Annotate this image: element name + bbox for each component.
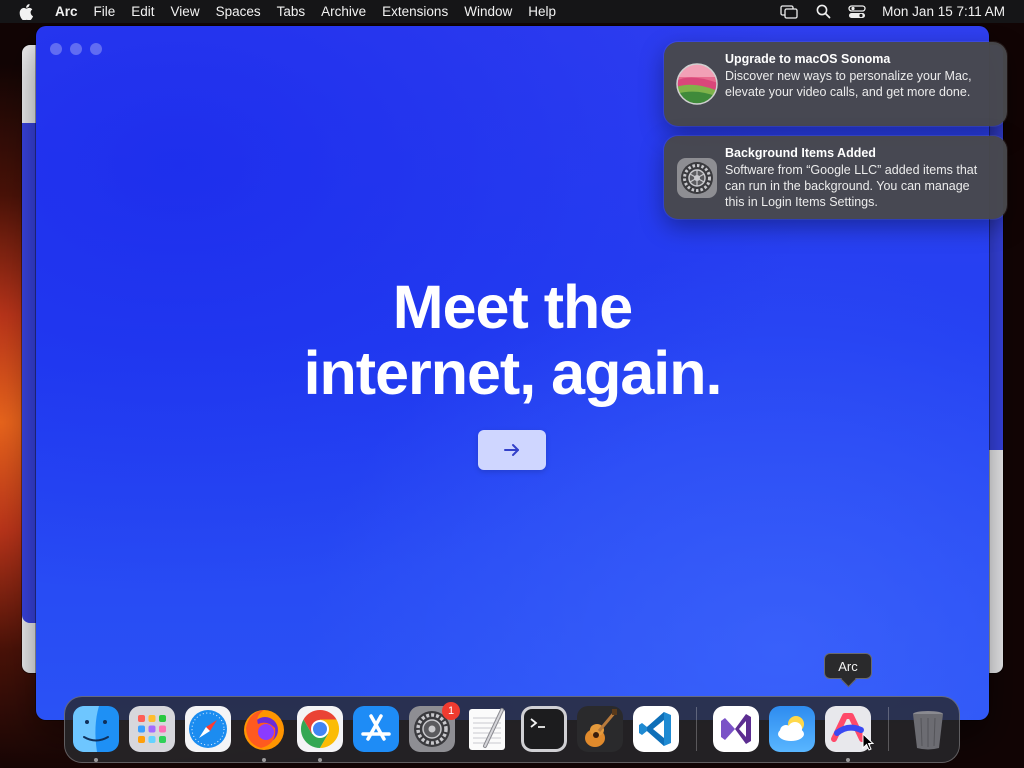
menu-edit[interactable]: Edit <box>123 0 162 23</box>
menu-window[interactable]: Window <box>456 0 520 23</box>
textedit-icon[interactable] <box>465 706 511 752</box>
trash-icon[interactable] <box>905 706 951 752</box>
notification-title: Background Items Added <box>725 146 876 160</box>
visual-studio-code-icon[interactable] <box>633 706 679 752</box>
mouse-pointer-icon <box>862 732 875 756</box>
menu-view[interactable]: View <box>163 0 208 23</box>
safari-icon[interactable] <box>185 706 231 752</box>
menu-file[interactable]: File <box>86 0 124 23</box>
garageband-icon[interactable] <box>577 706 623 752</box>
running-indicator <box>846 758 850 762</box>
dock-separator <box>888 707 889 751</box>
dock: 1 <box>64 696 960 763</box>
app-store-icon[interactable] <box>353 706 399 752</box>
launchpad-icon[interactable] <box>129 706 175 752</box>
arc-onboarding-window: Meet the internet, again. <box>36 26 989 720</box>
menu-bar: Arc File Edit View Spaces Tabs Archive E… <box>0 0 1024 23</box>
screen-mirroring-icon[interactable] <box>779 4 799 20</box>
close-window-button[interactable] <box>50 43 62 55</box>
arrow-right-icon <box>504 444 519 456</box>
minimize-window-button[interactable] <box>70 43 82 55</box>
dock-separator <box>696 707 697 751</box>
window-controls <box>50 43 102 55</box>
menu-tabs[interactable]: Tabs <box>269 0 314 23</box>
menu-spaces[interactable]: Spaces <box>208 0 269 23</box>
system-settings-gear-icon <box>676 157 718 199</box>
running-indicator <box>262 758 266 762</box>
terminal-icon[interactable] <box>521 706 567 752</box>
zoom-window-button[interactable] <box>90 43 102 55</box>
menu-bar-clock[interactable]: Mon Jan 15 7:11 AM <box>882 4 1005 19</box>
running-indicator <box>94 758 98 762</box>
apple-menu-icon[interactable] <box>19 3 35 20</box>
menu-app-name[interactable]: Arc <box>45 0 86 23</box>
headline-line-2: internet, again. <box>303 339 723 407</box>
dock-tooltip: Arc <box>824 653 872 679</box>
notification-title: Upgrade to macOS Sonoma <box>725 52 891 66</box>
macos-sonoma-icon <box>676 63 718 105</box>
spotlight-search-icon[interactable] <box>813 4 833 20</box>
finder-icon[interactable] <box>73 706 119 752</box>
control-center-icon[interactable] <box>847 4 867 20</box>
firefox-icon[interactable] <box>241 706 287 752</box>
notification-body: Software from “Google LLC” added items t… <box>725 163 978 209</box>
notification-body: Discover new ways to personalize your Ma… <box>725 69 972 99</box>
menu-help[interactable]: Help <box>520 0 564 23</box>
visual-studio-icon[interactable] <box>713 706 759 752</box>
welcome-headline: Meet the internet, again. <box>36 274 989 406</box>
google-chrome-icon[interactable] <box>297 706 343 752</box>
notification-background-items[interactable]: Background Items Added Software from “Go… <box>664 136 1007 219</box>
headline-line-1: Meet the <box>392 273 633 341</box>
running-indicator <box>318 758 322 762</box>
continue-button[interactable] <box>478 430 546 470</box>
menu-archive[interactable]: Archive <box>313 0 374 23</box>
menu-extensions[interactable]: Extensions <box>374 0 456 23</box>
notification-upgrade-sonoma[interactable]: Upgrade to macOS Sonoma Discover new way… <box>664 42 1007 126</box>
notification-badge: 1 <box>442 702 460 720</box>
weather-icon[interactable] <box>769 706 815 752</box>
